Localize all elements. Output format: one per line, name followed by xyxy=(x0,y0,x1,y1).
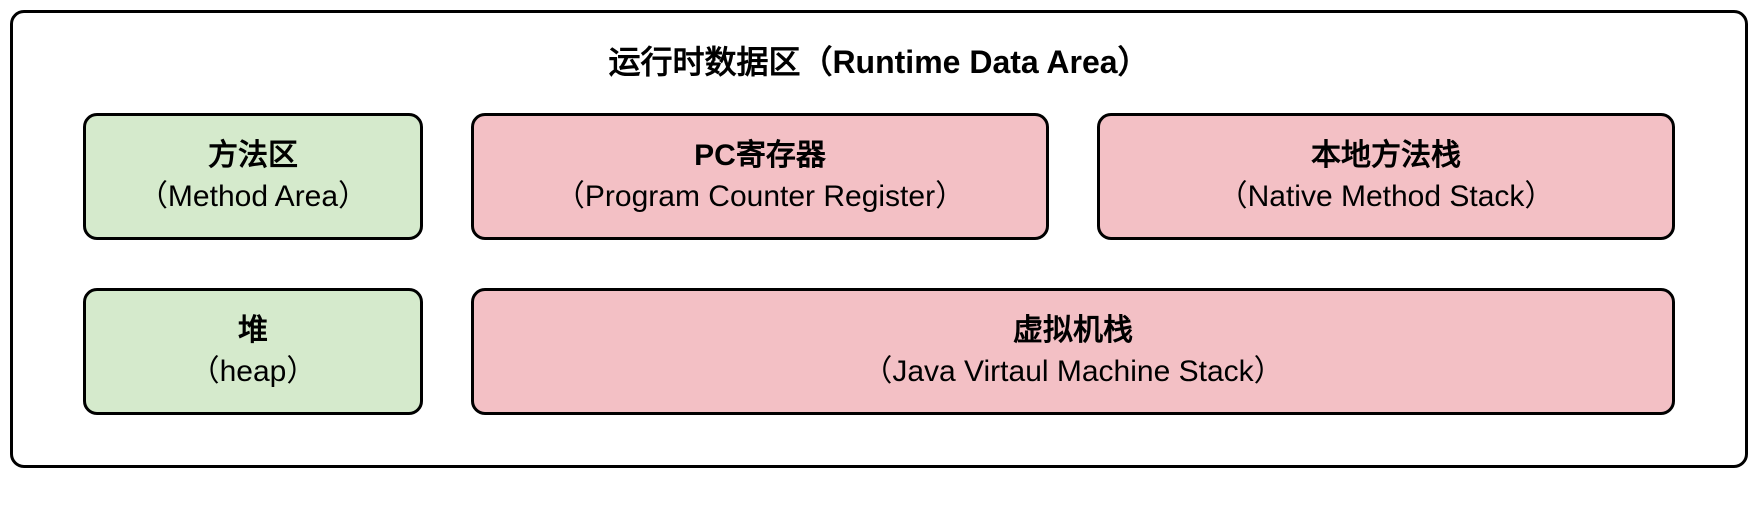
row-bottom: 堆 （heap） 虚拟机栈 （Java Virtaul Machine Stac… xyxy=(83,288,1675,415)
heap-box: 堆 （heap） xyxy=(83,288,423,415)
native-method-stack-box: 本地方法栈 （Native Method Stack） xyxy=(1097,113,1675,240)
pc-register-box: PC寄存器 （Program Counter Register） xyxy=(471,113,1049,240)
method-area-box: 方法区 （Method Area） xyxy=(83,113,423,240)
heap-label-en: （heap） xyxy=(190,352,317,393)
jvm-stack-box: 虚拟机栈 （Java Virtaul Machine Stack） xyxy=(471,288,1675,415)
pc-register-label-cn: PC寄存器 xyxy=(694,136,826,177)
runtime-data-area-container: 运行时数据区（Runtime Data Area） 方法区 （Method Ar… xyxy=(10,10,1748,468)
heap-label-cn: 堆 xyxy=(238,311,268,352)
pc-register-label-en: （Program Counter Register） xyxy=(555,177,965,218)
jvm-stack-label-en: （Java Virtaul Machine Stack） xyxy=(862,352,1283,393)
native-method-stack-label-en: （Native Method Stack） xyxy=(1218,177,1555,218)
method-area-label-en: （Method Area） xyxy=(138,177,368,218)
native-method-stack-label-cn: 本地方法栈 xyxy=(1311,136,1461,177)
method-area-label-cn: 方法区 xyxy=(208,136,298,177)
row-top: 方法区 （Method Area） PC寄存器 （Program Counter… xyxy=(83,113,1675,240)
jvm-stack-label-cn: 虚拟机栈 xyxy=(1013,311,1133,352)
diagram-title: 运行时数据区（Runtime Data Area） xyxy=(83,37,1675,83)
